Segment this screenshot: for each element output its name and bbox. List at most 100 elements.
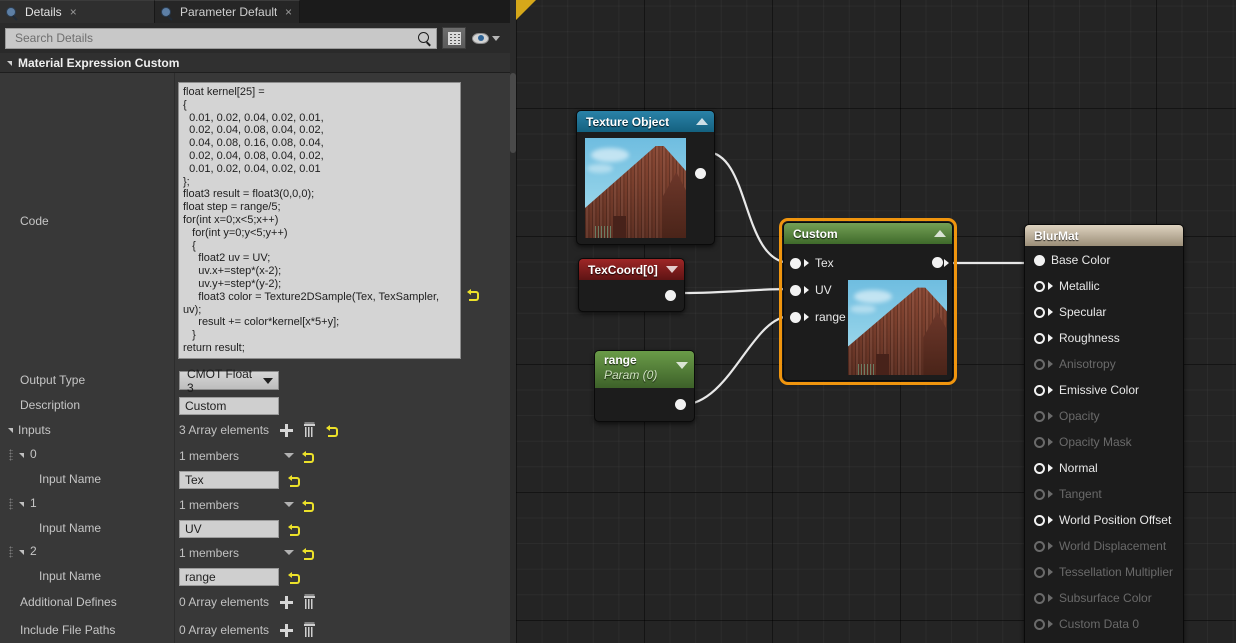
tab-details[interactable]: Details ×	[0, 0, 155, 23]
input-1-expand-icon[interactable]	[19, 502, 24, 507]
search-field[interactable]	[5, 27, 437, 49]
output-type-dropdown[interactable]: CMOT Float 3	[179, 367, 279, 395]
category-header-material-expression-custom[interactable]: Material Expression Custom	[0, 53, 510, 73]
node-custom[interactable]: Custom Tex UV range	[779, 218, 957, 385]
inputs-add-icon[interactable]	[280, 423, 294, 437]
node-range-param-output-pin[interactable]	[675, 399, 686, 410]
pin-ring-icon	[1034, 384, 1045, 396]
collapse-caret-down-icon[interactable]	[676, 362, 688, 369]
collapse-caret-up-icon[interactable]	[696, 118, 708, 125]
node-blurmat-pin-world-position-offset[interactable]: World Position Offset	[1034, 513, 1171, 527]
visibility-button[interactable]	[472, 32, 500, 44]
input-2-name-input[interactable]: range	[179, 568, 279, 586]
input-0-name-reset-icon[interactable]	[288, 474, 300, 487]
node-range-param[interactable]: range Param (0)	[594, 350, 695, 422]
drag-handle[interactable]	[9, 498, 13, 510]
node-blurmat-pin-opacity-label: Opacity	[1059, 409, 1100, 423]
node-texture-object-header[interactable]: Texture Object	[577, 111, 714, 132]
node-blurmat-title: BlurMat	[1034, 228, 1079, 243]
input-2-reset-icon[interactable]	[302, 547, 314, 560]
additional-defines-delete-icon[interactable]	[304, 595, 316, 609]
pin-dot-icon	[1034, 254, 1045, 266]
property-row-input-0: 0 1 members	[0, 443, 510, 467]
additional-defines-add-icon[interactable]	[280, 595, 294, 609]
node-blurmat-pin-emissive-color[interactable]: Emissive Color	[1034, 383, 1139, 397]
node-blurmat-pin-opacity[interactable]: Opacity	[1034, 409, 1100, 423]
node-blurmat-pin-roughness[interactable]: Roughness	[1034, 331, 1120, 345]
node-blurmat-pin-tessellation-multiplier[interactable]: Tessellation Multiplier	[1034, 565, 1173, 579]
search-input[interactable]	[13, 28, 414, 48]
node-blurmat-header[interactable]: BlurMat	[1025, 225, 1183, 246]
collapse-caret-up-icon[interactable]	[934, 230, 946, 237]
inputs-reset-icon[interactable]	[326, 424, 339, 437]
node-blurmat-pin-specular-label: Specular	[1059, 305, 1107, 319]
pin-arrow-icon	[1048, 386, 1053, 394]
description-label: Description	[20, 398, 81, 412]
node-custom-input-pin-uv[interactable]: UV	[790, 283, 832, 297]
additional-defines-count: 0 Array elements	[179, 595, 270, 609]
input-0-members-dropdown[interactable]: 1 members	[179, 447, 294, 464]
node-custom-output-pin[interactable]	[932, 257, 943, 268]
drag-handle[interactable]	[9, 449, 13, 461]
tab-parameter-defaults[interactable]: Parameter Defaults ×	[155, 0, 300, 23]
node-blurmat-pin-anisotropy[interactable]: Anisotropy	[1034, 357, 1116, 371]
pin-arrow-icon	[1048, 516, 1053, 524]
pin-ring-icon	[1034, 488, 1045, 500]
node-blurmat-pin-custom-data-0[interactable]: Custom Data 0	[1034, 617, 1139, 631]
additional-defines-label: Additional Defines	[20, 595, 117, 609]
inputs-expand-icon[interactable]	[8, 428, 13, 433]
node-texcoord-title: TexCoord[0]	[588, 262, 658, 277]
collapse-caret-down-icon[interactable]	[666, 266, 678, 273]
node-texture-object-output-pin[interactable]	[695, 168, 706, 179]
node-custom-input-pin-range[interactable]: range	[790, 310, 846, 324]
include-file-paths-add-icon[interactable]	[280, 623, 294, 637]
grid-view-icon	[447, 31, 461, 45]
tab-parameter-defaults-close-icon[interactable]: ×	[285, 6, 292, 18]
code-reset-icon[interactable]	[467, 288, 479, 301]
node-custom-input-pin-tex[interactable]: Tex	[790, 256, 834, 270]
input-1-reset-icon[interactable]	[302, 499, 314, 512]
node-blurmat-pin-subsurface-color[interactable]: Subsurface Color	[1034, 591, 1152, 605]
pin-arrow-icon	[804, 259, 809, 267]
input-0-name-input[interactable]: Tex	[179, 471, 279, 489]
description-value: Custom	[185, 399, 227, 413]
node-blurmat-pin-base-color[interactable]: Base Color	[1034, 253, 1110, 267]
node-custom-header[interactable]: Custom	[784, 223, 952, 244]
include-file-paths-delete-icon[interactable]	[304, 623, 316, 637]
inputs-delete-icon[interactable]	[304, 423, 316, 437]
node-texture-object-body	[577, 132, 714, 244]
node-range-param-title: range	[604, 353, 637, 367]
node-blurmat-pin-normal[interactable]: Normal	[1034, 461, 1098, 475]
node-range-param-header[interactable]: range Param (0)	[595, 351, 694, 388]
node-blurmat[interactable]: BlurMat Base Color Metallic Specular Rou…	[1024, 224, 1184, 643]
node-blurmat-pin-world-displacement[interactable]: World Displacement	[1034, 539, 1166, 553]
code-editor[interactable]: float kernel[25] = { 0.01, 0.02, 0.04, 0…	[178, 82, 461, 359]
input-1-members-dropdown[interactable]: 1 members	[179, 496, 294, 513]
grid-view-button[interactable]	[442, 27, 466, 49]
tab-bar: Details × Parameter Defaults ×	[0, 0, 516, 23]
input-2-name-reset-icon[interactable]	[288, 571, 300, 584]
material-graph-canvas[interactable]: Texture Object TexCoord[0] range Param (…	[516, 0, 1236, 643]
input-2-members-dropdown[interactable]: 1 members	[179, 544, 294, 561]
node-blurmat-body: Base Color Metallic Specular Roughness A	[1025, 246, 1183, 643]
node-texture-object-title: Texture Object	[586, 114, 670, 129]
node-texcoord-output-pin[interactable]	[665, 290, 676, 301]
input-0-index: 0	[30, 447, 37, 461]
node-blurmat-pin-tangent[interactable]: Tangent	[1034, 487, 1102, 501]
pin-ring-icon	[1034, 410, 1045, 422]
input-1-name-reset-icon[interactable]	[288, 523, 300, 536]
description-input[interactable]: Custom	[179, 397, 279, 415]
tab-details-close-icon[interactable]: ×	[70, 6, 77, 18]
node-texcoord[interactable]: TexCoord[0]	[578, 258, 685, 312]
node-texture-object[interactable]: Texture Object	[576, 110, 715, 245]
node-blurmat-pin-opacity-mask[interactable]: Opacity Mask	[1034, 435, 1132, 449]
tab-parameter-defaults-label: Parameter Defaults	[180, 5, 277, 19]
node-blurmat-pin-metallic[interactable]: Metallic	[1034, 279, 1100, 293]
node-blurmat-pin-specular[interactable]: Specular	[1034, 305, 1106, 319]
input-0-expand-icon[interactable]	[19, 453, 24, 458]
drag-handle[interactable]	[9, 546, 13, 558]
node-texcoord-header[interactable]: TexCoord[0]	[579, 259, 684, 280]
input-2-expand-icon[interactable]	[19, 550, 24, 555]
input-1-name-input[interactable]: UV	[179, 520, 279, 538]
input-0-reset-icon[interactable]	[302, 450, 314, 463]
